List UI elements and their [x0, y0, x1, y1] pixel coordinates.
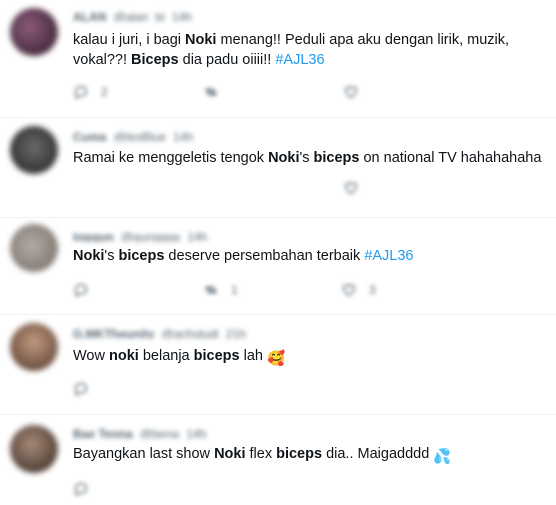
tweet-text: Ramai ke menggeletis tengok Noki's bicep… [73, 148, 543, 168]
like-button[interactable]: 3 [341, 282, 376, 298]
retweet-button[interactable]: 1 [203, 282, 238, 298]
hashtag-link[interactable]: #AJL36 [364, 248, 413, 264]
tweet-header: ALAN @alan_bi 14h [73, 10, 192, 22]
retweet-button[interactable] [203, 84, 219, 100]
highlighted-keyword: Biceps [131, 52, 179, 68]
sweat-droplets-emoji: 💦 [433, 449, 452, 465]
retweet-icon [205, 286, 217, 294]
text-segment: deserve persembahan terbaik [164, 248, 365, 264]
tweet-text: Bayangkan last show Noki flex biceps dia… [73, 444, 543, 467]
tweet-header: Cuma @leoBlue 14h [73, 130, 193, 142]
author-handle: @gunggga [121, 230, 180, 242]
tweet-time[interactable]: 14h [173, 130, 193, 142]
tweet-header: G.MKTheunity @achstudi 21h [73, 327, 246, 339]
reply-icon [74, 482, 88, 497]
reply-button[interactable] [73, 481, 89, 497]
highlighted-keyword: Noki [214, 446, 246, 462]
tweet-text: Noki's biceps deserve persembahan terbai… [73, 246, 543, 266]
tweet-header: Bae Tenna @bena 14h [73, 427, 206, 439]
author-name[interactable]: Cuma [73, 130, 106, 142]
retweet-count: 1 [231, 283, 238, 297]
author-handle: @achstudi [161, 327, 219, 339]
tweet[interactable]: G.MKTheunity @achstudi 21h Wow noki bela… [0, 315, 556, 415]
highlighted-keyword: Noki [185, 32, 217, 48]
author-name[interactable]: topgun [73, 230, 114, 242]
author-handle: @leoBlue [113, 130, 166, 142]
tweet-time[interactable]: 14h [187, 230, 207, 242]
tweet[interactable]: Bae Tenna @bena 14h Bayangkan last show … [0, 415, 556, 505]
text-segment: belanja [138, 348, 194, 364]
retweet-icon [205, 88, 217, 96]
highlighted-keyword: biceps [313, 150, 360, 166]
text-segment: Bayangkan last show [73, 446, 215, 462]
text-segment: dia.. Maigadddd [322, 446, 434, 462]
tweet-actions [73, 381, 433, 397]
like-button[interactable] [343, 84, 359, 100]
highlighted-keyword: Noki [268, 150, 300, 166]
reply-icon [74, 382, 88, 397]
text-segment: on national TV hahahahaha [359, 150, 542, 166]
author-handle: @bena [140, 427, 180, 439]
reply-button[interactable] [73, 381, 89, 397]
tweet-text: kalau i juri, i bagi Noki menang!! Pedul… [73, 30, 543, 70]
reply-count: 2 [101, 85, 108, 99]
author-name[interactable]: ALAN [73, 10, 106, 22]
avatar[interactable] [10, 8, 58, 56]
text-segment: kalau i juri, i bagi [73, 32, 186, 48]
heart-icon [345, 86, 357, 99]
text-segment: dia padu oiiii!! [178, 52, 276, 68]
tweet-time[interactable]: 21h [226, 327, 246, 339]
avatar[interactable] [10, 126, 58, 174]
tweet-actions [73, 481, 433, 497]
reply-icon [74, 283, 88, 298]
like-button[interactable] [343, 180, 359, 196]
highlighted-keyword: biceps [276, 446, 323, 462]
author-name[interactable]: Bae Tenna [73, 427, 133, 439]
text-segment: 's [299, 150, 314, 166]
smiling-hearts-emoji: 🥰 [267, 351, 286, 367]
heart-icon [345, 182, 357, 195]
avatar[interactable] [10, 425, 58, 473]
tweet[interactable]: topgun @gunggga 14h Noki's biceps deserv… [0, 218, 556, 315]
hashtag-link[interactable]: #AJL36 [275, 52, 324, 68]
highlighted-keyword: biceps [193, 348, 240, 364]
heart-icon [343, 284, 355, 297]
tweet-time[interactable]: 14h [172, 10, 192, 22]
author-handle: @alan_bi [113, 10, 165, 22]
avatar[interactable] [10, 323, 58, 371]
tweet-actions: 2 [73, 84, 433, 100]
text-segment: flex [245, 446, 277, 462]
highlighted-keyword: noki [109, 348, 139, 364]
highlighted-keyword: biceps [118, 248, 165, 264]
text-segment: 's [104, 248, 119, 264]
tweet-header: topgun @gunggga 14h [73, 230, 207, 242]
tweet-actions [73, 180, 433, 196]
reply-button[interactable] [73, 282, 89, 298]
tweet-text: Wow noki belanja biceps lah 🥰 [73, 346, 543, 369]
text-segment: Wow [73, 348, 109, 364]
tweet-feed: ALAN @alan_bi 14h kalau i juri, i bagi N… [0, 0, 556, 505]
reply-button[interactable]: 2 [73, 84, 108, 100]
highlighted-keyword: Noki [73, 248, 105, 264]
text-segment: lah [239, 348, 267, 364]
text-segment: Ramai ke menggeletis tengok [73, 150, 269, 166]
tweet[interactable]: Cuma @leoBlue 14h Ramai ke menggeletis t… [0, 118, 556, 218]
like-count: 3 [369, 283, 376, 297]
author-name[interactable]: G.MKTheunity [73, 327, 154, 339]
tweet[interactable]: ALAN @alan_bi 14h kalau i juri, i bagi N… [0, 0, 556, 118]
tweet-time[interactable]: 14h [186, 427, 206, 439]
reply-icon [74, 85, 88, 100]
avatar[interactable] [10, 224, 58, 272]
tweet-actions: 1 3 [73, 282, 433, 298]
